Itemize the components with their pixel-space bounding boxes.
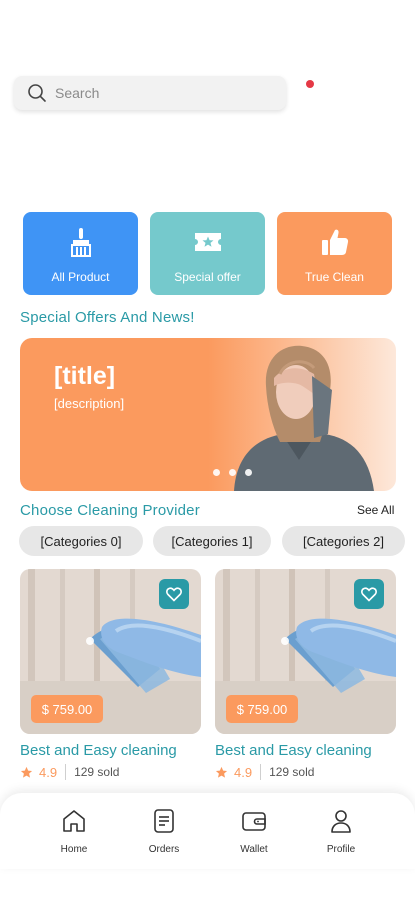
price-tag: $ 759.00 bbox=[31, 695, 103, 723]
category-label: True Clean bbox=[305, 270, 364, 284]
provider-meta: 4.9 129 sold bbox=[215, 764, 396, 780]
nav-wallet[interactable]: Wallet bbox=[224, 807, 284, 855]
category-label: All Product bbox=[51, 270, 110, 284]
provider-image: $ 759.00 bbox=[215, 569, 396, 734]
category-chip[interactable]: [Categories 0] bbox=[19, 526, 143, 556]
pagination-dot[interactable] bbox=[245, 469, 252, 476]
see-all-link[interactable]: See All bbox=[357, 503, 394, 517]
nav-label: Wallet bbox=[240, 844, 268, 855]
notification-dot[interactable] bbox=[306, 80, 314, 88]
nav-orders[interactable]: Orders bbox=[134, 807, 194, 855]
pagination-dot[interactable] bbox=[229, 469, 236, 476]
price-tag: $ 759.00 bbox=[226, 695, 298, 723]
provider-card[interactable]: $ 759.00 Best and Easy cleaning 4.9 129 … bbox=[20, 569, 201, 780]
nav-profile[interactable]: Profile bbox=[311, 807, 371, 855]
thumbs-up-icon bbox=[321, 229, 348, 255]
banner-pagination[interactable] bbox=[213, 469, 252, 476]
offer-banner[interactable]: [title] [description] bbox=[20, 338, 396, 491]
nav-home[interactable]: Home bbox=[44, 807, 104, 855]
nav-label: Orders bbox=[148, 844, 180, 855]
wallet-icon bbox=[242, 812, 266, 831]
nav-label: Home bbox=[60, 844, 88, 855]
heart-icon bbox=[166, 587, 182, 602]
rating-value: 4.9 bbox=[234, 764, 253, 780]
category-special-offer-button[interactable]: Special offer bbox=[150, 212, 265, 295]
star-icon bbox=[215, 766, 228, 778]
nav-label: Profile bbox=[326, 844, 356, 855]
favorite-button[interactable] bbox=[159, 579, 189, 609]
banner-title: [title] bbox=[54, 362, 116, 390]
provider-image: $ 759.00 bbox=[20, 569, 201, 734]
provider-title: Best and Easy cleaning bbox=[20, 742, 177, 759]
provider-section-title: Choose Cleaning Provider bbox=[20, 502, 200, 519]
provider-meta: 4.9 129 sold bbox=[20, 764, 201, 780]
banner-description: [description] bbox=[54, 396, 125, 411]
provider-card[interactable]: $ 759.00 Best and Easy cleaning 4.9 129 … bbox=[215, 569, 396, 780]
rating-value: 4.9 bbox=[39, 764, 58, 780]
heart-icon bbox=[361, 587, 377, 602]
provider-title: Best and Easy cleaning bbox=[215, 742, 372, 759]
divider bbox=[65, 764, 67, 780]
orders-icon bbox=[154, 809, 174, 833]
search-bar[interactable] bbox=[14, 76, 286, 110]
favorite-button[interactable] bbox=[354, 579, 384, 609]
sold-count: 129 sold bbox=[74, 765, 120, 779]
pagination-dot[interactable] bbox=[213, 469, 220, 476]
broom-icon bbox=[70, 228, 91, 257]
offers-section-title: Special Offers And News! bbox=[20, 309, 195, 326]
profile-icon bbox=[331, 810, 351, 833]
ticket-star-icon bbox=[194, 233, 221, 251]
search-icon bbox=[28, 84, 46, 102]
bottom-navigation: Home Orders Wallet Profile bbox=[0, 793, 415, 869]
category-chip[interactable]: [Categories 2] bbox=[282, 526, 405, 556]
category-true-clean-button[interactable]: True Clean bbox=[277, 212, 392, 295]
category-chip[interactable]: [Categories 1] bbox=[153, 526, 271, 556]
category-label: Special offer bbox=[174, 270, 241, 284]
home-icon bbox=[63, 810, 85, 832]
category-all-product-button[interactable]: All Product bbox=[23, 212, 138, 295]
star-icon bbox=[20, 766, 33, 778]
sold-count: 129 sold bbox=[269, 765, 315, 779]
search-input[interactable] bbox=[55, 85, 265, 101]
divider bbox=[260, 764, 262, 780]
